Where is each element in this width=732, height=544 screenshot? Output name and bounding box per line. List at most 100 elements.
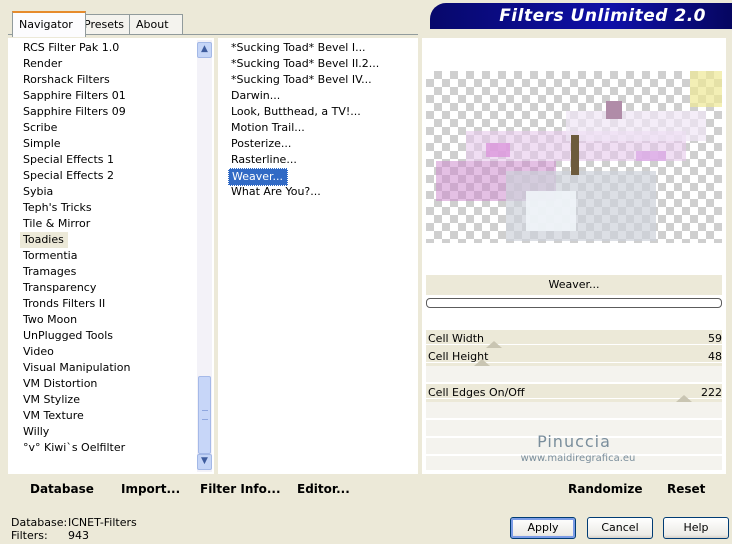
filter-item[interactable]: *Sucking Toad* Bevel IV... xyxy=(228,73,372,86)
category-item[interactable]: Sybia xyxy=(20,185,53,198)
preview-blob xyxy=(571,135,579,175)
banner-title: Filters Unlimited 2.0 xyxy=(499,6,706,26)
preview-top-space xyxy=(426,42,722,71)
preview-blob xyxy=(566,111,706,141)
slider-cell-edges[interactable]: Cell Edges On/Off 222 xyxy=(426,384,722,402)
category-row: UnPlugged Tools xyxy=(20,328,130,344)
category-row: Scribe xyxy=(20,120,130,136)
import-button[interactable]: Import... xyxy=(121,482,180,496)
category-item[interactable]: Toadies xyxy=(20,232,68,248)
filter-list-panel: *Sucking Toad* Bevel I... *Sucking Toad* … xyxy=(218,38,418,474)
filter-row: Darwin... xyxy=(228,88,379,104)
category-item[interactable]: Willy xyxy=(20,425,49,438)
tab-about[interactable]: About xyxy=(129,14,183,35)
category-item[interactable]: Tronds Filters II xyxy=(20,297,105,310)
filter-item[interactable]: Rasterline... xyxy=(228,153,297,166)
category-item[interactable]: Two Moon xyxy=(20,313,77,326)
tab-navigator[interactable]: Navigator xyxy=(12,11,86,37)
control-slot-empty xyxy=(426,366,722,382)
filter-name-label: Weaver... xyxy=(426,275,722,295)
reset-button[interactable]: Reset xyxy=(667,482,705,496)
arrow-up-icon: ▲ xyxy=(201,44,208,54)
category-item[interactable]: UnPlugged Tools xyxy=(20,329,113,342)
category-scrollbar[interactable]: ▲ ▼ xyxy=(197,40,212,472)
scroll-thumb[interactable] xyxy=(198,376,211,454)
scroll-up-button[interactable]: ▲ xyxy=(197,42,212,58)
category-item[interactable]: Teph's Tricks xyxy=(20,201,92,214)
category-item[interactable]: Simple xyxy=(20,137,61,150)
grip-icon xyxy=(202,410,208,420)
cancel-button[interactable]: Cancel xyxy=(587,517,653,539)
slider-cell-width[interactable]: Cell Width 59 xyxy=(426,330,722,348)
category-item[interactable]: VM Stylize xyxy=(20,393,80,406)
category-item[interactable]: VM Distortion xyxy=(20,377,97,390)
tab-presets[interactable]: Presets xyxy=(77,14,137,35)
help-button[interactable]: Help xyxy=(663,517,729,539)
filter-item[interactable]: *Sucking Toad* Bevel I... xyxy=(228,41,366,54)
category-list-panel: RCS Filter Pak 1.0 Render Rorshack Filters… xyxy=(8,38,214,474)
category-row: Video xyxy=(20,344,130,360)
category-item[interactable]: °v° Kiwi`s Oelfilter xyxy=(20,441,125,454)
randomize-button[interactable]: Randomize xyxy=(568,482,642,496)
preview-blob xyxy=(486,143,510,157)
watermark-name: Pinuccia xyxy=(537,432,611,451)
slider-thumb[interactable] xyxy=(675,395,692,402)
category-row: Sapphire Filters 09 xyxy=(20,104,130,120)
filter-item[interactable]: Motion Trail... xyxy=(228,121,305,134)
filter-item[interactable]: *Sucking Toad* Bevel II.2... xyxy=(228,57,379,70)
filter-row: *Sucking Toad* Bevel I... xyxy=(228,40,379,56)
category-item[interactable]: RCS Filter Pak 1.0 xyxy=(20,41,119,54)
slider-cell-height[interactable]: Cell Height 48 xyxy=(426,348,722,366)
category-item[interactable]: VM Texture xyxy=(20,409,84,422)
filter-row: Rasterline... xyxy=(228,152,379,168)
category-item[interactable]: Tramages xyxy=(20,265,76,278)
apply-button[interactable]: Apply xyxy=(510,517,576,539)
filter-list: *Sucking Toad* Bevel I... *Sucking Toad* … xyxy=(228,40,379,200)
category-row: Rorshack Filters xyxy=(20,72,130,88)
category-item[interactable]: Video xyxy=(20,345,54,358)
editor-button[interactable]: Editor... xyxy=(297,482,350,496)
category-row: Tile & Mirror xyxy=(20,216,130,232)
filter-item[interactable]: Darwin... xyxy=(228,89,280,102)
slider-thumb[interactable] xyxy=(474,359,491,366)
filter-info-button[interactable]: Filter Info... xyxy=(200,482,281,496)
category-row: °v° Kiwi`s Oelfilter xyxy=(20,440,130,456)
filter-item[interactable]: Posterize... xyxy=(228,137,291,150)
filter-row: Weaver... xyxy=(228,168,379,186)
category-row: Willy xyxy=(20,424,130,440)
slider-thumb[interactable] xyxy=(486,341,503,348)
category-row: Special Effects 2 xyxy=(20,168,130,184)
category-item[interactable]: Visual Manipulation xyxy=(20,361,130,374)
category-item[interactable]: Sapphire Filters 09 xyxy=(20,105,126,118)
category-row: Teph's Tricks xyxy=(20,200,130,216)
category-item[interactable]: Scribe xyxy=(20,121,57,134)
category-item[interactable]: Render xyxy=(20,57,62,70)
category-item[interactable]: Sapphire Filters 01 xyxy=(20,89,126,102)
filter-item[interactable]: Look, Butthead, a TV!... xyxy=(228,105,361,118)
filter-item[interactable]: What Are You?... xyxy=(228,185,321,198)
category-item[interactable]: Rorshack Filters xyxy=(20,73,110,86)
database-button[interactable]: Database xyxy=(30,482,94,496)
category-row: Sapphire Filters 01 xyxy=(20,88,130,104)
category-item[interactable]: Transparency xyxy=(20,281,96,294)
category-row: Toadies xyxy=(20,232,130,248)
category-row: Tormentia xyxy=(20,248,130,264)
scroll-down-button[interactable]: ▼ xyxy=(197,454,212,470)
preview-blob xyxy=(690,71,722,107)
category-item[interactable]: Tormentia xyxy=(20,249,77,262)
category-row: Tramages xyxy=(20,264,130,280)
watermark-url: www.maidiregrafica.eu xyxy=(520,453,636,464)
category-row: Simple xyxy=(20,136,130,152)
category-item[interactable]: Tile & Mirror xyxy=(20,217,90,230)
filter-row: *Sucking Toad* Bevel II.2... xyxy=(228,56,379,72)
status-filters-label: Filters: xyxy=(11,529,48,542)
control-slot-empty xyxy=(426,402,722,418)
preview-blob xyxy=(636,151,666,161)
category-row: Transparency xyxy=(20,280,130,296)
category-row: Render xyxy=(20,56,130,72)
filter-row: Motion Trail... xyxy=(228,120,379,136)
preview-blob xyxy=(526,191,576,231)
preview-image xyxy=(426,71,722,243)
category-item[interactable]: Special Effects 2 xyxy=(20,169,114,182)
category-item[interactable]: Special Effects 1 xyxy=(20,153,114,166)
